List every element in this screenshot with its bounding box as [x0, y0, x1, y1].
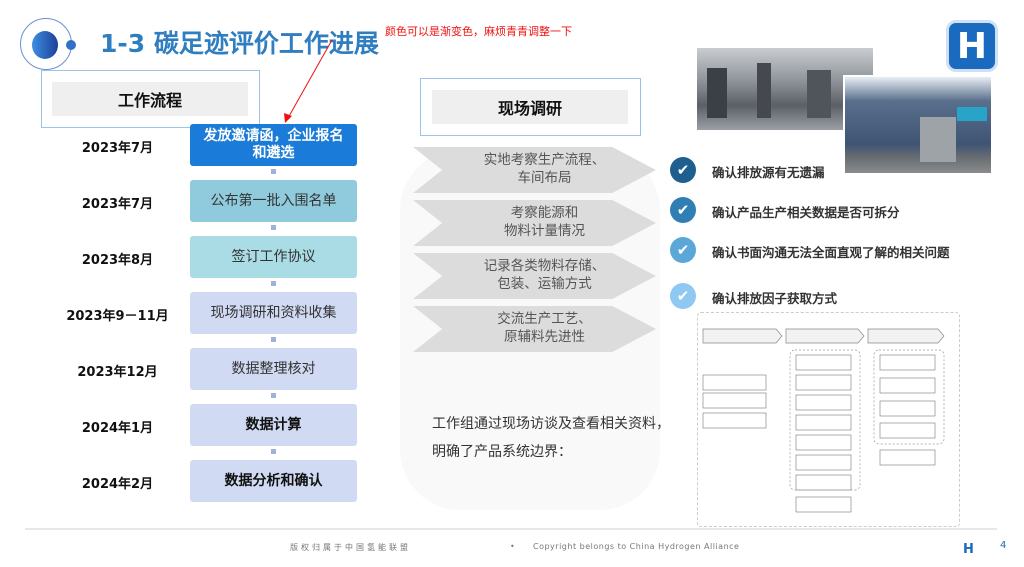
check-item-label: 确认书面沟通无法全面直观了解的相关问题: [712, 245, 950, 260]
check-icon: ✔: [670, 197, 696, 223]
step-label: 数据分析和确认: [224, 472, 323, 489]
workflow-step: 数据整理核对: [190, 348, 357, 390]
step-label: 数据整理核对: [231, 360, 316, 377]
step-connector: [271, 169, 276, 174]
step-label: 公布第一批入围名单: [210, 192, 337, 209]
footer-copyright-en: Copyright belongs to China Hydrogen Alli…: [533, 542, 740, 551]
check-item-label: 确认产品生产相关数据是否可拆分: [712, 205, 900, 220]
step-date: 2023年7月: [81, 197, 154, 212]
footer-logo: H: [963, 542, 974, 557]
check-icon: ✔: [670, 157, 696, 183]
research-activity-chevron: 考察能源和 物料计量情况: [413, 200, 656, 246]
check-icon: ✔: [670, 237, 696, 263]
step-label: 发放邀请函，企业报名和遴选: [203, 128, 344, 161]
step-connector: [271, 393, 276, 398]
footer-copyright-cn: 版权归属于中国氢能联盟: [290, 543, 411, 552]
step-connector: [271, 449, 276, 454]
research-activity-chevron: 实地考察生产流程、 车间布局: [413, 147, 656, 193]
step-connector: [271, 281, 276, 286]
step-date: 2024年2月: [81, 477, 154, 492]
workflow-heading: 工作流程: [52, 82, 248, 116]
step-connector: [271, 337, 276, 342]
footer-divider: [25, 528, 997, 530]
brand-logo-letter: H: [956, 25, 988, 67]
workflow-step: 发放邀请函，企业报名和遴选: [190, 124, 357, 166]
review-annotation: 颜色可以是渐变色，麻烦青青调整一下: [385, 25, 572, 38]
step-label: 签订工作协议: [231, 248, 316, 265]
check-icon: ✔: [670, 283, 696, 309]
workflow-step: 数据分析和确认: [190, 460, 357, 502]
step-date: 2023年12月: [77, 365, 158, 380]
step-connector: [271, 225, 276, 230]
footer-bullet: •: [510, 542, 515, 551]
workflow-step: 公布第一批入围名单: [190, 180, 357, 222]
research-activity-chevron: 记录各类物料存储、 包装、运输方式: [413, 253, 656, 299]
check-item-label: 确认排放源有无遗漏: [712, 165, 825, 180]
factory-exterior-photo: [843, 75, 993, 175]
brand-logo: H: [946, 20, 998, 72]
step-label: 现场调研和资料收集: [210, 304, 337, 321]
workflow-step: 现场调研和资料收集: [190, 292, 357, 334]
step-label: 数据计算: [245, 416, 302, 433]
workflow-step: 签订工作协议: [190, 236, 357, 278]
check-item-label: 确认排放因子获取方式: [712, 291, 838, 306]
system-boundary-diagram: [697, 312, 960, 527]
step-date: 2024年1月: [81, 421, 154, 436]
step-date: 2023年7月: [81, 141, 154, 156]
research-activity-chevron: 交流生产工艺、 原辅料先进性: [413, 306, 656, 352]
summary-line-1: 工作组通过现场访谈及查看相关资料，: [432, 416, 670, 432]
workflow-step: 数据计算: [190, 404, 357, 446]
summary-line-2: 明确了产品系统边界：: [432, 444, 572, 460]
page-number: 4: [1000, 540, 1007, 551]
field-research-heading: 现场调研: [432, 90, 628, 124]
step-date: 2023年8月: [81, 253, 154, 268]
step-date: 2023年9－11月: [66, 309, 169, 324]
